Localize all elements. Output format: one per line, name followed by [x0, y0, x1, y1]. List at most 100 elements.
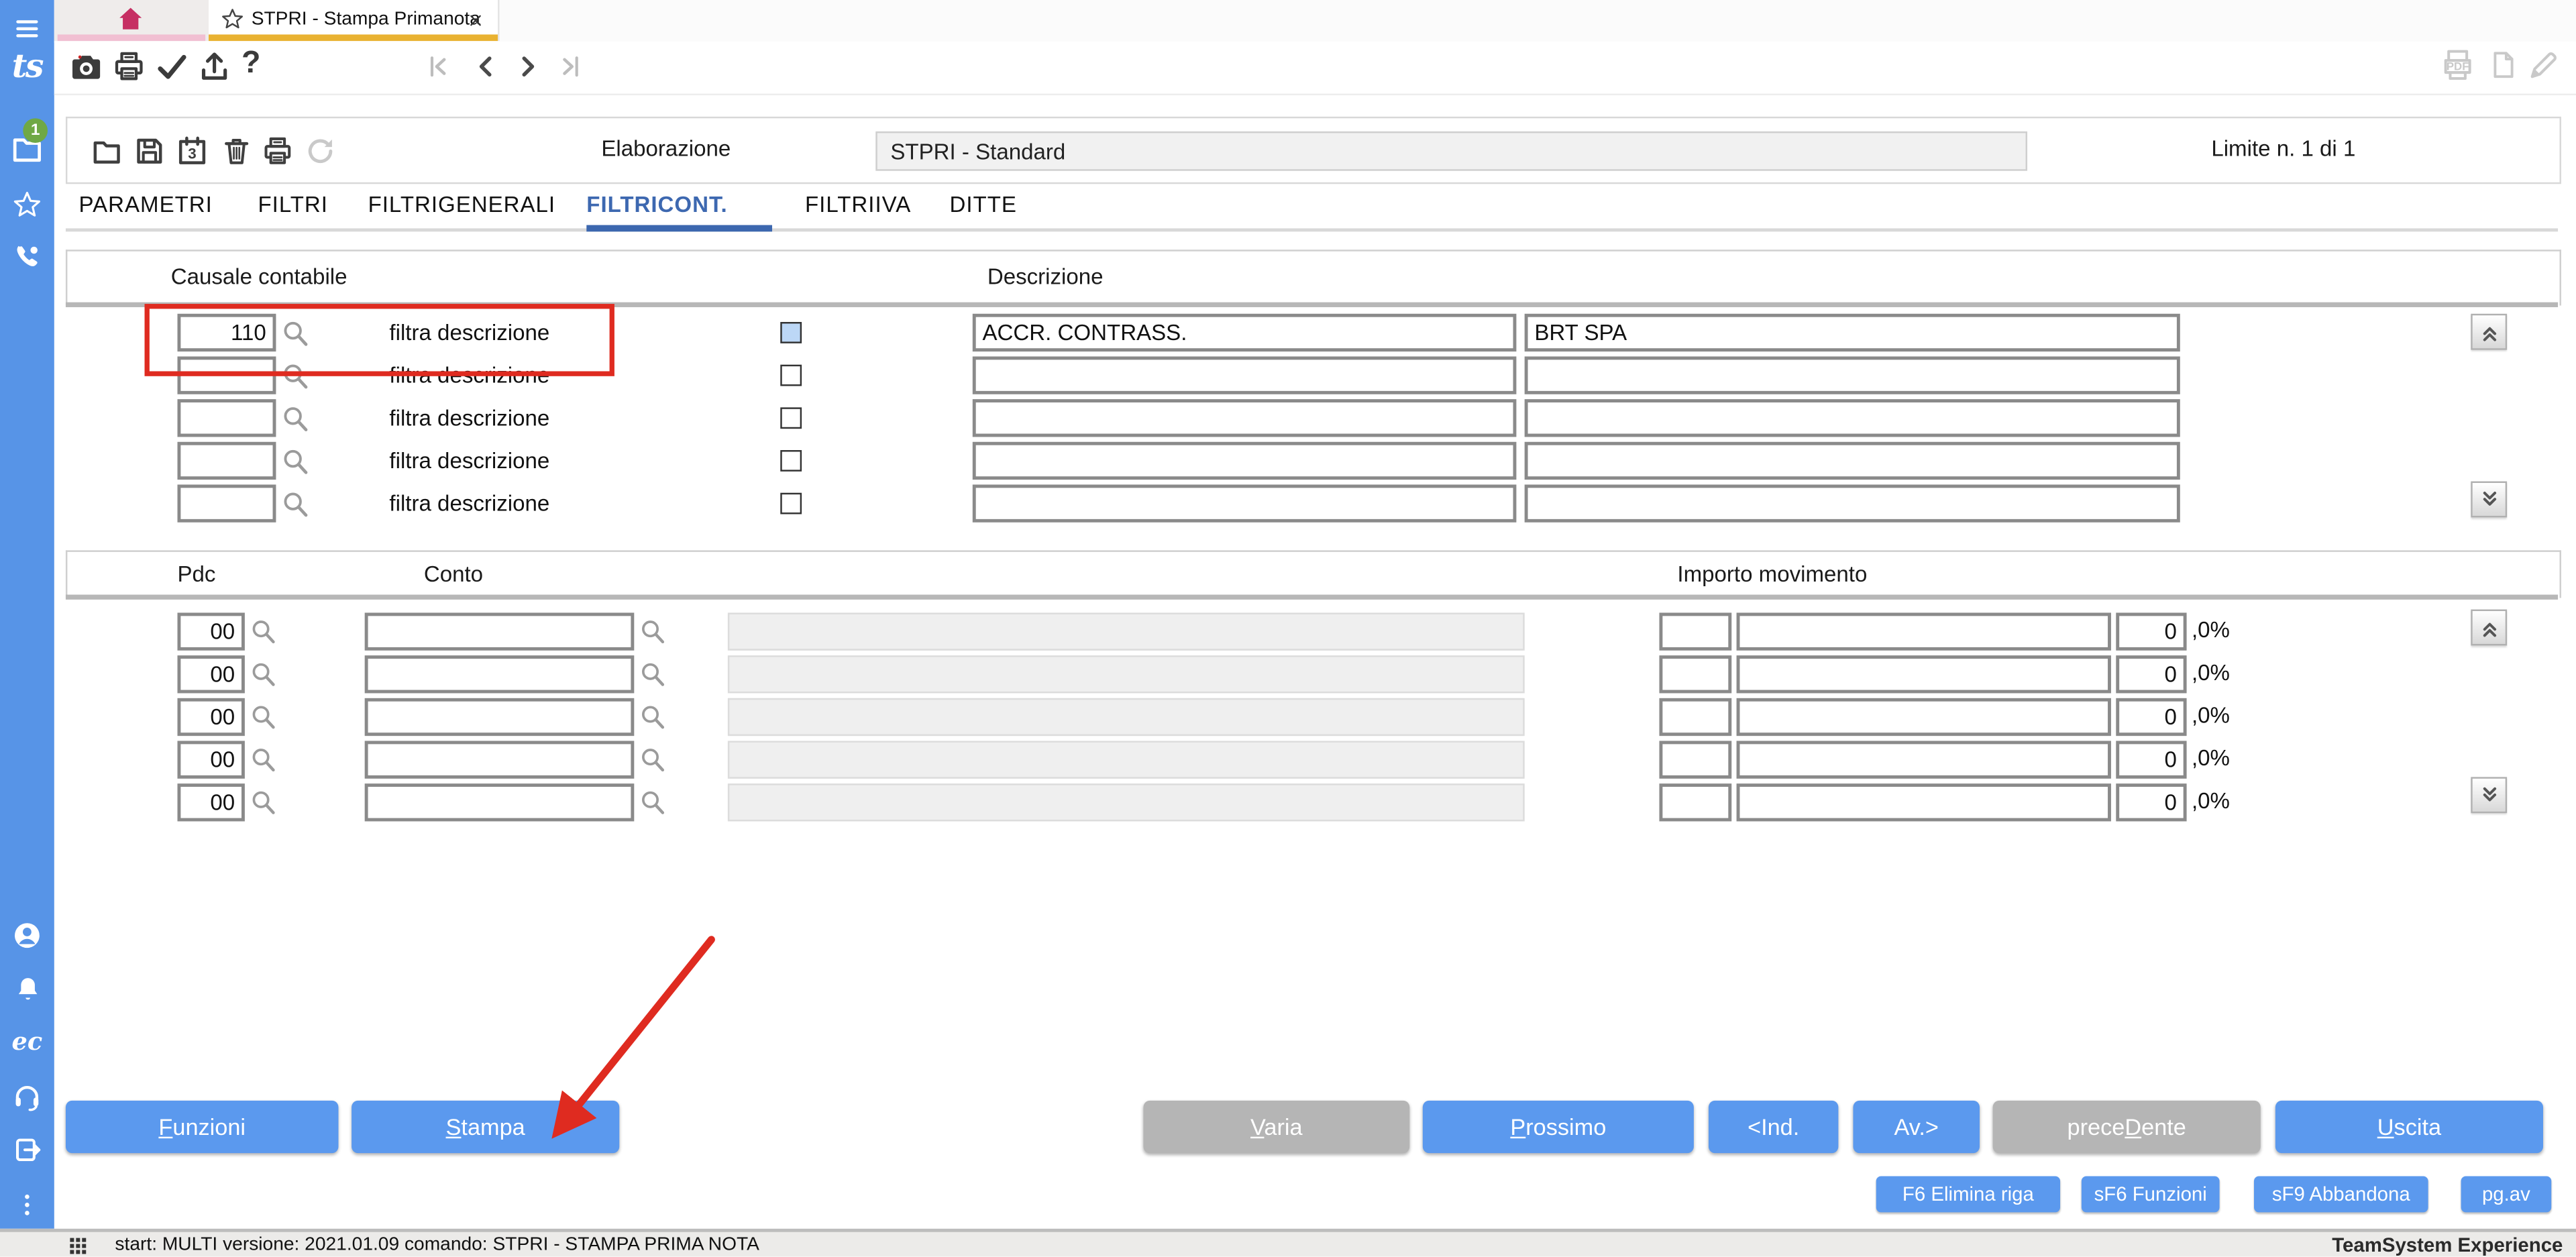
importo-input[interactable]	[1737, 783, 2111, 821]
sf6-funzioni-button[interactable]: sF6 Funzioni	[2082, 1176, 2220, 1212]
causale-code-input[interactable]	[177, 356, 276, 394]
descrizione1-input[interactable]	[973, 484, 1517, 522]
sidebar-item-more[interactable]	[0, 1191, 54, 1219]
causale-scroll-down-button[interactable]	[2471, 482, 2507, 518]
causale-search-icon[interactable]	[279, 488, 311, 519]
importo-segno-input[interactable]	[1659, 698, 1731, 736]
conto-input[interactable]	[365, 655, 635, 693]
descrizione2-input[interactable]	[1525, 442, 2180, 480]
sidebar-item-user[interactable]	[0, 920, 54, 951]
sidebar-item-documents[interactable]: 1	[0, 131, 54, 166]
schedule-button[interactable]	[176, 135, 209, 168]
edit-button[interactable]	[2527, 49, 2560, 82]
conto-search-icon[interactable]	[637, 787, 667, 816]
conto-search-icon[interactable]	[637, 659, 667, 688]
stampa-button[interactable]: Stampa	[352, 1101, 619, 1153]
causale-search-icon[interactable]	[279, 360, 311, 391]
sidebar-item-notifications[interactable]	[0, 974, 54, 1003]
tab-filtri[interactable]: FILTRI	[258, 193, 327, 217]
descrizione1-input[interactable]	[973, 442, 1517, 480]
delete-button[interactable]	[220, 135, 253, 168]
pgav-button[interactable]: pg.av	[2461, 1176, 2552, 1212]
varia-button[interactable]: Varia	[1143, 1101, 1409, 1153]
export-button[interactable]	[197, 49, 231, 83]
causale-scroll-up-button[interactable]	[2471, 314, 2507, 350]
pdc-code-input[interactable]	[177, 783, 244, 821]
help-button[interactable]: ?	[241, 46, 260, 83]
descrizione1-input[interactable]	[973, 399, 1517, 437]
causale-search-icon[interactable]	[279, 445, 311, 477]
causale-code-input[interactable]	[177, 314, 276, 351]
elaborazione-field[interactable]	[875, 131, 2027, 171]
conto-input[interactable]	[365, 741, 635, 778]
causale-code-input[interactable]	[177, 399, 276, 437]
confirm-button[interactable]	[154, 49, 189, 83]
importo-decimali-input[interactable]	[2116, 783, 2186, 821]
tab-filtrigenerali[interactable]: FILTRIGENERALI	[368, 193, 555, 217]
importo-input[interactable]	[1737, 612, 2111, 650]
importo-input[interactable]	[1737, 741, 2111, 778]
screenshot-button[interactable]	[69, 49, 103, 83]
pdc-search-icon[interactable]	[248, 744, 278, 773]
importo-decimali-input[interactable]	[2116, 612, 2186, 650]
sidebar-item-phone[interactable]	[0, 241, 54, 273]
sf9-abbandona-button[interactable]: sF9 Abbandona	[2254, 1176, 2428, 1212]
causale-search-icon[interactable]	[279, 402, 311, 434]
home-tab[interactable]	[54, 0, 209, 41]
pdc-code-input[interactable]	[177, 741, 244, 778]
descrizione2-input[interactable]	[1525, 399, 2180, 437]
descrizione2-input[interactable]	[1525, 314, 2180, 351]
uscita-button[interactable]: Uscita	[2275, 1101, 2543, 1153]
importo-segno-input[interactable]	[1659, 783, 1731, 821]
close-tab-icon[interactable]	[467, 11, 485, 30]
conto-search-icon[interactable]	[637, 616, 667, 645]
indietro-button[interactable]: <Ind.	[1709, 1101, 1838, 1153]
favorite-star-icon[interactable]	[220, 7, 245, 32]
tab-parametri[interactable]: PARAMETRI	[79, 193, 213, 217]
conto-search-icon[interactable]	[637, 702, 667, 731]
nav-first-button[interactable]	[424, 52, 452, 80]
nav-last-button[interactable]	[557, 52, 585, 80]
pdc-search-icon[interactable]	[248, 659, 278, 688]
filtra-checkbox[interactable]	[780, 407, 802, 429]
conto-input[interactable]	[365, 698, 635, 736]
tab-filtriiva[interactable]: FILTRIIVA	[805, 193, 911, 217]
pdc-code-input[interactable]	[177, 612, 244, 650]
f6-elimina-riga-button[interactable]: F6 Elimina riga	[1876, 1176, 2060, 1212]
importo-segno-input[interactable]	[1659, 655, 1731, 693]
hamburger-menu-button[interactable]	[0, 15, 54, 43]
causale-code-input[interactable]	[177, 442, 276, 480]
pdc-scroll-down-button[interactable]	[2471, 777, 2507, 813]
sidebar-item-favorites[interactable]	[0, 189, 54, 221]
importo-decimali-input[interactable]	[2116, 698, 2186, 736]
pdc-scroll-up-button[interactable]	[2471, 610, 2507, 646]
importo-segno-input[interactable]	[1659, 741, 1731, 778]
conto-input[interactable]	[365, 612, 635, 650]
causale-code-input[interactable]	[177, 484, 276, 522]
sidebar-item-ec[interactable]: ec	[0, 1027, 54, 1056]
descrizione2-input[interactable]	[1525, 356, 2180, 394]
sidebar-item-logout[interactable]	[0, 1135, 54, 1164]
precedente-button[interactable]: preceDente	[1993, 1101, 2261, 1153]
descrizione1-input[interactable]	[973, 314, 1517, 351]
active-app-tab[interactable]: STPRI - Stampa Primanota	[209, 0, 499, 41]
save-button[interactable]	[133, 135, 166, 168]
open-button[interactable]	[91, 135, 123, 168]
filtra-checkbox[interactable]	[780, 322, 802, 343]
teamsystem-logo[interactable]: ts	[0, 46, 54, 86]
export-pdf-button[interactable]	[2440, 48, 2476, 84]
new-document-button[interactable]	[2487, 49, 2519, 80]
avanti-button[interactable]: Av.>	[1853, 1101, 1980, 1153]
importo-decimali-input[interactable]	[2116, 741, 2186, 778]
importo-segno-input[interactable]	[1659, 612, 1731, 650]
descrizione2-input[interactable]	[1525, 484, 2180, 522]
pdc-code-input[interactable]	[177, 655, 244, 693]
causale-search-icon[interactable]	[279, 317, 311, 349]
pdc-search-icon[interactable]	[248, 616, 278, 645]
filtra-checkbox[interactable]	[780, 493, 802, 514]
refresh-button[interactable]	[304, 135, 337, 168]
filtra-checkbox[interactable]	[780, 365, 802, 386]
filtra-checkbox[interactable]	[780, 450, 802, 472]
descrizione1-input[interactable]	[973, 356, 1517, 394]
funzioni-button[interactable]: Funzioni	[66, 1101, 339, 1153]
